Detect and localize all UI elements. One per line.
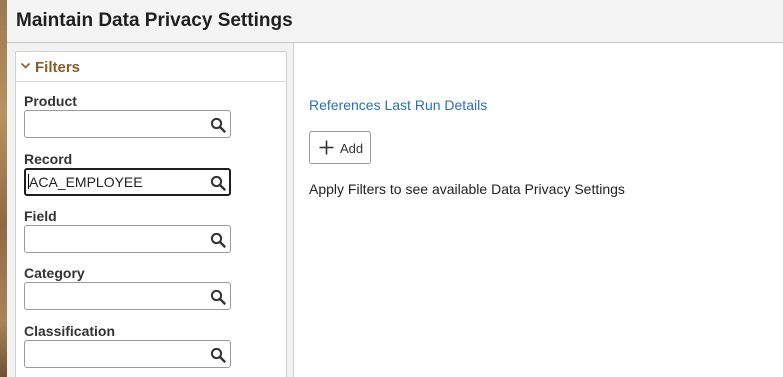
page-header: Maintain Data Privacy Settings xyxy=(7,0,783,43)
page-title: Maintain Data Privacy Settings xyxy=(16,10,293,31)
filters-toggle[interactable]: Filters xyxy=(16,52,286,82)
product-field[interactable] xyxy=(24,110,231,138)
category-label: Category xyxy=(24,265,85,281)
classification-field[interactable] xyxy=(24,340,231,368)
main-content: References Last Run Details Add Apply Fi… xyxy=(294,43,783,377)
search-icon[interactable] xyxy=(210,232,226,248)
filters-panel: Filters Product Record ACA_EMPLOYEE Fiel… xyxy=(15,51,287,377)
references-last-run-link[interactable]: References Last Run Details xyxy=(309,97,487,113)
record-field[interactable]: ACA_EMPLOYEE xyxy=(24,168,231,196)
product-label: Product xyxy=(24,93,77,109)
empty-state-message: Apply Filters to see available Data Priv… xyxy=(309,181,625,197)
add-button[interactable]: Add xyxy=(309,131,371,164)
field-field[interactable] xyxy=(24,225,231,253)
filters-title: Filters xyxy=(35,59,81,76)
window-edge xyxy=(0,0,7,377)
record-value-wrap: ACA_EMPLOYEE xyxy=(28,174,143,190)
app-frame: Maintain Data Privacy Settings Filters P… xyxy=(0,0,783,377)
classification-label: Classification xyxy=(24,323,116,339)
plus-icon xyxy=(319,140,334,155)
chevron-down-icon xyxy=(20,62,31,69)
search-icon[interactable] xyxy=(210,289,226,305)
filters-sidebar: Filters Product Record ACA_EMPLOYEE Fiel… xyxy=(7,43,294,377)
add-button-label: Add xyxy=(340,141,364,156)
field-label: Field xyxy=(24,208,57,224)
search-icon[interactable] xyxy=(210,117,226,133)
search-icon[interactable] xyxy=(210,175,226,191)
record-label: Record xyxy=(24,151,73,167)
record-value: ACA_EMPLOYEE xyxy=(29,174,143,190)
search-icon[interactable] xyxy=(210,347,226,363)
category-field[interactable] xyxy=(24,282,231,310)
